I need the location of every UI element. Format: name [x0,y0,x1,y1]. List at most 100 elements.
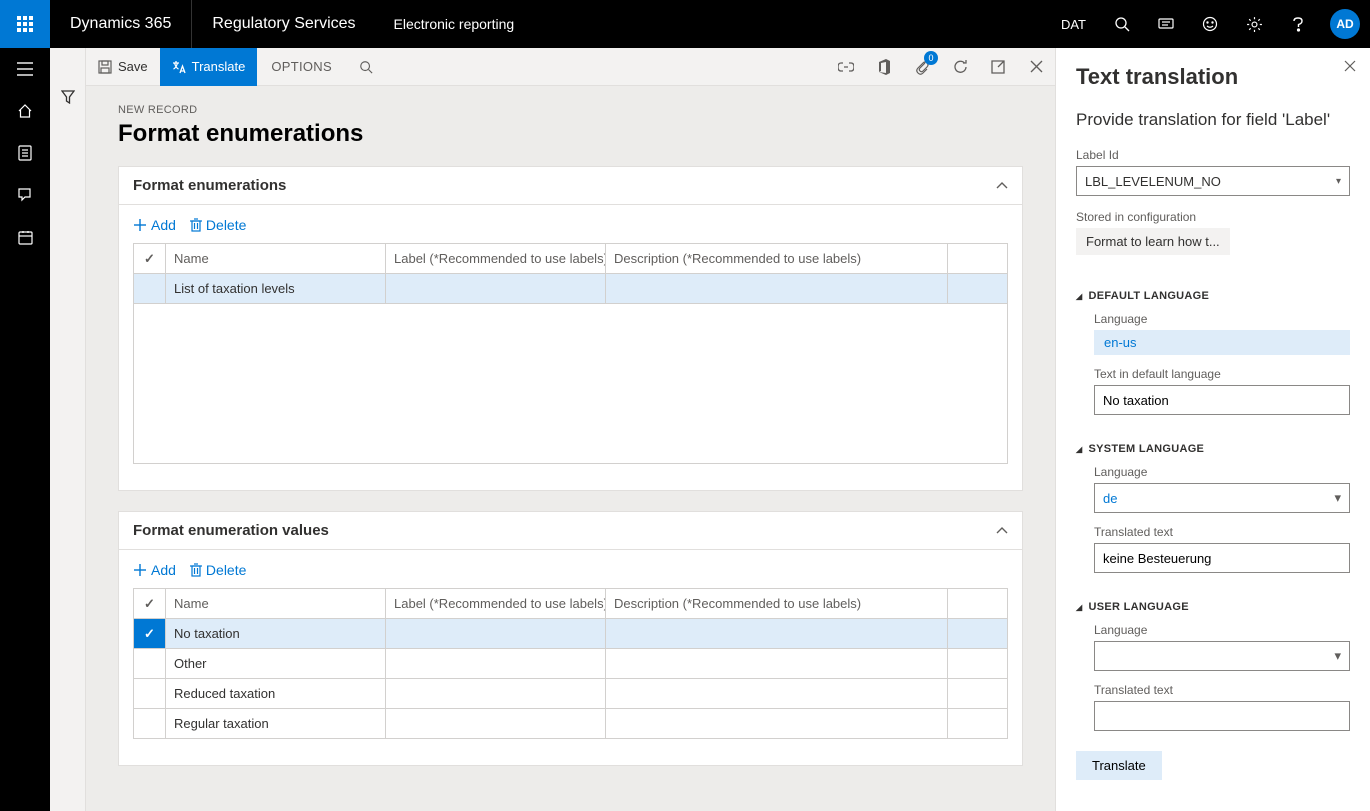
user-language-section[interactable]: USER LANGUAGE [1076,601,1350,613]
default-text-input[interactable] [1094,385,1350,415]
delete-enumeration-button[interactable]: Delete [190,217,246,233]
chevron-down-icon: ▾ [1334,648,1341,664]
cell-name[interactable]: Regular taxation [166,709,386,739]
add-label: Add [151,562,176,578]
filter-icon[interactable] [61,90,75,811]
select-all[interactable] [134,589,166,619]
module-title[interactable]: Regulatory Services [192,0,375,48]
system-language-dropdown[interactable]: de ▾ [1094,483,1350,513]
table-row[interactable]: Other [134,649,1008,679]
cell-description[interactable] [606,274,948,304]
table-row[interactable]: No taxation [134,619,1008,649]
row-check[interactable] [134,709,166,739]
delete-label: Delete [206,217,246,233]
delete-label: Delete [206,562,246,578]
attachments-badge: 0 [924,51,938,65]
cell-description[interactable] [606,709,948,739]
section-enum-title: Format enumerations [133,177,286,194]
cell-name[interactable]: Other [166,649,386,679]
table-row[interactable]: Reduced taxation [134,679,1008,709]
col-label[interactable]: Label (*Recommended to use labels) [386,589,606,619]
home-icon[interactable] [0,90,50,132]
attachments-icon[interactable]: 0 [903,48,941,86]
table-row[interactable]: Regular taxation [134,709,1008,739]
row-check[interactable] [134,679,166,709]
options-button[interactable]: OPTIONS [257,48,346,86]
office-icon[interactable] [865,48,903,86]
label-id-dropdown[interactable]: LBL_LEVELENUM_NO ▾ [1076,166,1350,196]
list-icon[interactable] [0,132,50,174]
cell-blank [948,679,1008,709]
system-language-value: de [1103,491,1117,506]
save-button[interactable]: Save [86,48,160,86]
feedback-icon[interactable] [1188,0,1232,48]
cell-label[interactable] [386,709,606,739]
action-bar: Save Translate OPTIONS 0 [86,48,1055,86]
cell-description[interactable] [606,619,948,649]
collapse-icon[interactable] [996,527,1008,535]
help-icon[interactable] [1276,0,1320,48]
col-label[interactable]: Label (*Recommended to use labels) [386,244,606,274]
translate-action-button[interactable]: Translate [1076,751,1162,780]
panel-close-icon[interactable] [1344,60,1356,72]
add-value-button[interactable]: Add [133,562,176,578]
action-search-icon[interactable] [346,48,386,86]
cell-name[interactable]: No taxation [166,619,386,649]
system-translated-input[interactable] [1094,543,1350,573]
hamburger-icon[interactable] [0,48,50,90]
add-enumeration-button[interactable]: Add [133,217,176,233]
stored-label: Stored in configuration [1076,210,1350,224]
select-all[interactable] [134,244,166,274]
company-code[interactable]: DAT [1047,0,1100,48]
default-language-section[interactable]: DEFAULT LANGUAGE [1076,290,1350,302]
cell-label[interactable] [386,679,606,709]
cell-blank [948,709,1008,739]
col-description[interactable]: Description (*Recommended to use labels) [606,244,948,274]
enumerations-table: Name Label (*Recommended to use labels) … [133,243,1008,304]
translate-icon [172,60,186,74]
user-translated-input[interactable] [1094,701,1350,731]
user-language-dropdown[interactable]: ▾ [1094,641,1350,671]
cell-label[interactable] [386,619,606,649]
product-title[interactable]: Dynamics 365 [50,0,192,48]
cell-blank [948,619,1008,649]
row-check[interactable] [134,274,166,304]
system-language-section[interactable]: SYSTEM LANGUAGE [1076,443,1350,455]
popout-icon[interactable] [979,48,1017,86]
cell-description[interactable] [606,649,948,679]
cell-name[interactable]: List of taxation levels [166,274,386,304]
translate-button[interactable]: Translate [160,48,258,86]
default-text-label: Text in default language [1094,367,1350,381]
search-icon[interactable] [1100,0,1144,48]
area-title[interactable]: Electronic reporting [376,0,533,48]
calendar-nav-icon[interactable] [0,216,50,258]
cell-description[interactable] [606,679,948,709]
refresh-icon[interactable] [941,48,979,86]
feedback-nav-icon[interactable] [0,174,50,216]
user-avatar[interactable]: AD [1330,9,1360,39]
link-icon[interactable] [827,48,865,86]
row-check[interactable] [134,619,166,649]
close-icon[interactable] [1017,48,1055,86]
table-row[interactable]: List of taxation levels [134,274,1008,304]
col-blank [948,244,1008,274]
format-enumeration-values-card: Format enumeration values Add [118,511,1023,766]
label-id-label: Label Id [1076,148,1350,162]
trash-icon [190,563,202,577]
app-launcher[interactable] [0,0,50,48]
delete-value-button[interactable]: Delete [190,562,246,578]
col-name[interactable]: Name [166,589,386,619]
row-check[interactable] [134,649,166,679]
col-name[interactable]: Name [166,244,386,274]
col-description[interactable]: Description (*Recommended to use labels) [606,589,948,619]
cell-label[interactable] [386,649,606,679]
plus-icon [133,563,147,577]
cell-name[interactable]: Reduced taxation [166,679,386,709]
settings-icon[interactable] [1232,0,1276,48]
messages-icon[interactable] [1144,0,1188,48]
collapse-icon[interactable] [996,182,1008,190]
plus-icon [133,218,147,232]
chevron-down-icon: ▾ [1334,490,1341,506]
cell-label[interactable] [386,274,606,304]
translated-text-label: Translated text [1094,525,1350,539]
